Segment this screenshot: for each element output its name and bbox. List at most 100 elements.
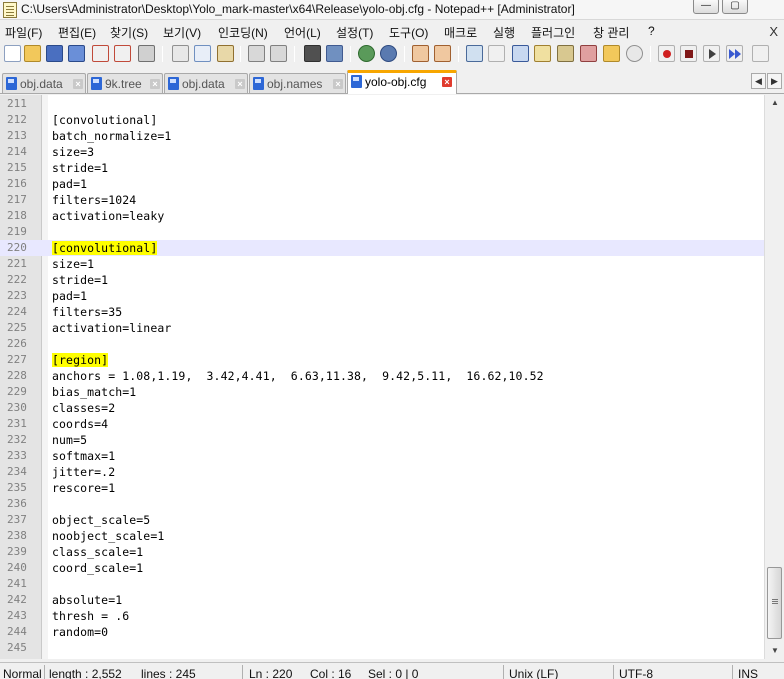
status-encoding[interactable]: UTF-8 (619, 667, 653, 679)
code-line[interactable]: 227 [region] (0, 352, 764, 368)
zoom-in-icon[interactable] (358, 45, 375, 62)
tab-obj-data-1[interactable]: obj.data × (2, 73, 86, 93)
open-file-icon[interactable] (24, 45, 41, 62)
code-text[interactable]: random=0 (52, 625, 108, 639)
sync-vertical-scrolling-icon[interactable] (412, 45, 429, 62)
close-all-icon[interactable] (114, 45, 131, 62)
redo-icon[interactable] (270, 45, 287, 62)
code-line[interactable]: 243 thresh = .6 (0, 608, 764, 624)
code-line[interactable]: 229 bias_match=1 (0, 384, 764, 400)
code-text[interactable]: stride=1 (52, 273, 108, 287)
code-text[interactable]: noobject_scale=1 (52, 529, 164, 543)
tab-close-icon[interactable]: × (235, 79, 245, 89)
menu-edit[interactable]: 편집(E) (58, 24, 96, 41)
menu-run[interactable]: 실행 (493, 24, 515, 41)
code-text[interactable]: coord_scale=1 (52, 561, 143, 575)
tab-close-icon[interactable]: × (442, 77, 452, 87)
show-all-characters-icon[interactable] (488, 45, 505, 62)
copy-icon[interactable] (194, 45, 211, 62)
code-lines[interactable]: 211 212 [convolutional] 213 batch_normalize=… (0, 96, 764, 656)
zoom-out-icon[interactable] (380, 45, 397, 62)
code-text[interactable]: pad=1 (52, 177, 87, 191)
code-line[interactable]: 217 filters=1024 (0, 192, 764, 208)
tab-obj-names[interactable]: obj.names × (249, 73, 346, 93)
save-all-icon[interactable] (68, 45, 85, 62)
maximize-button[interactable]: ▢ (722, 0, 748, 14)
code-text[interactable]: size=3 (52, 145, 94, 159)
menu-help[interactable]: ? (648, 24, 655, 38)
code-text[interactable]: classes=2 (52, 401, 115, 415)
code-text[interactable]: stride=1 (52, 161, 108, 175)
code-line[interactable]: 235 rescore=1 (0, 480, 764, 496)
code-text[interactable]: softmax=1 (52, 449, 115, 463)
code-text[interactable]: filters=35 (52, 305, 122, 319)
stop-recording-icon[interactable] (680, 45, 697, 62)
code-text[interactable]: coords=4 (52, 417, 108, 431)
code-line[interactable]: 212 [convolutional] (0, 112, 764, 128)
highlighted-code-text[interactable]: [region] (52, 353, 109, 367)
new-file-icon[interactable] (4, 45, 21, 62)
function-list-icon[interactable] (580, 45, 597, 62)
status-insert-mode[interactable]: INS (738, 667, 758, 679)
code-line[interactable]: 223 pad=1 (0, 288, 764, 304)
word-wrap-icon[interactable] (466, 45, 483, 62)
code-text[interactable]: absolute=1 (52, 593, 122, 607)
save-icon[interactable] (46, 45, 63, 62)
print-icon[interactable] (138, 45, 155, 62)
indent-guide-icon[interactable] (512, 45, 529, 62)
code-text[interactable]: thresh = .6 (52, 609, 129, 623)
close-document-button[interactable]: X (769, 24, 778, 39)
status-eol-format[interactable]: Unix (LF) (509, 667, 558, 679)
code-text[interactable]: batch_normalize=1 (52, 129, 171, 143)
menu-search[interactable]: 찾기(S) (110, 24, 148, 41)
code-line[interactable]: 220 [convolutional] (0, 240, 764, 256)
code-line[interactable]: 231 coords=4 (0, 416, 764, 432)
tab-scroll-right-button[interactable]: ▶ (767, 73, 782, 89)
playback-macro-icon[interactable] (703, 45, 720, 62)
code-text[interactable]: jitter=.2 (52, 465, 115, 479)
code-line[interactable]: 213 batch_normalize=1 (0, 128, 764, 144)
folder-as-workspace-icon[interactable] (603, 45, 620, 62)
code-line[interactable]: 218 activation=leaky (0, 208, 764, 224)
code-line[interactable]: 230 classes=2 (0, 400, 764, 416)
code-line[interactable]: 244 random=0 (0, 624, 764, 640)
editor-area[interactable]: 211 212 [convolutional] 213 batch_normalize=… (0, 95, 764, 659)
code-line[interactable]: 211 (0, 96, 764, 112)
code-line[interactable]: 241 (0, 576, 764, 592)
scroll-up-button[interactable]: ▲ (767, 95, 783, 111)
code-line[interactable]: 242 absolute=1 (0, 592, 764, 608)
code-text[interactable]: class_scale=1 (52, 545, 143, 559)
code-line[interactable]: 237 object_scale=5 (0, 512, 764, 528)
save-macro-icon[interactable] (752, 45, 769, 62)
close-file-icon[interactable] (92, 45, 109, 62)
scrollbar-thumb[interactable] (767, 567, 782, 639)
code-line[interactable]: 226 (0, 336, 764, 352)
code-line[interactable]: 239 class_scale=1 (0, 544, 764, 560)
menu-file[interactable]: 파일(F) (5, 24, 42, 41)
code-line[interactable]: 224 filters=35 (0, 304, 764, 320)
monitoring-eye-icon[interactable] (626, 45, 643, 62)
code-text[interactable]: filters=1024 (52, 193, 136, 207)
code-line[interactable]: 228 anchors = 1.08,1.19, 3.42,4.41, 6.63,… (0, 368, 764, 384)
highlighted-code-text[interactable]: [convolutional] (52, 241, 158, 255)
menu-macro[interactable]: 매크로 (444, 24, 477, 41)
menu-settings[interactable]: 설정(T) (336, 24, 373, 41)
code-line[interactable]: 221 size=1 (0, 256, 764, 272)
code-text[interactable]: [convolutional] (52, 113, 157, 127)
code-line[interactable]: 238 noobject_scale=1 (0, 528, 764, 544)
code-text[interactable]: object_scale=5 (52, 513, 150, 527)
tab-scroll-left-button[interactable]: ◀ (751, 73, 766, 89)
code-line[interactable]: 234 jitter=.2 (0, 464, 764, 480)
tab-obj-data-2[interactable]: obj.data × (164, 73, 248, 93)
code-text[interactable]: anchors = 1.08,1.19, 3.42,4.41, 6.63,11.… (52, 369, 544, 383)
record-macro-icon[interactable] (658, 45, 675, 62)
scroll-down-button[interactable]: ▼ (767, 643, 783, 659)
code-line[interactable]: 215 stride=1 (0, 160, 764, 176)
code-line[interactable]: 245 (0, 640, 764, 656)
code-line[interactable]: 222 stride=1 (0, 272, 764, 288)
tab-9k-tree[interactable]: 9k.tree × (87, 73, 163, 93)
code-line[interactable]: 216 pad=1 (0, 176, 764, 192)
menu-window[interactable]: 창 관리 (593, 24, 629, 41)
menu-plugins[interactable]: 플러그인 (531, 24, 575, 41)
code-text[interactable]: size=1 (52, 257, 94, 271)
